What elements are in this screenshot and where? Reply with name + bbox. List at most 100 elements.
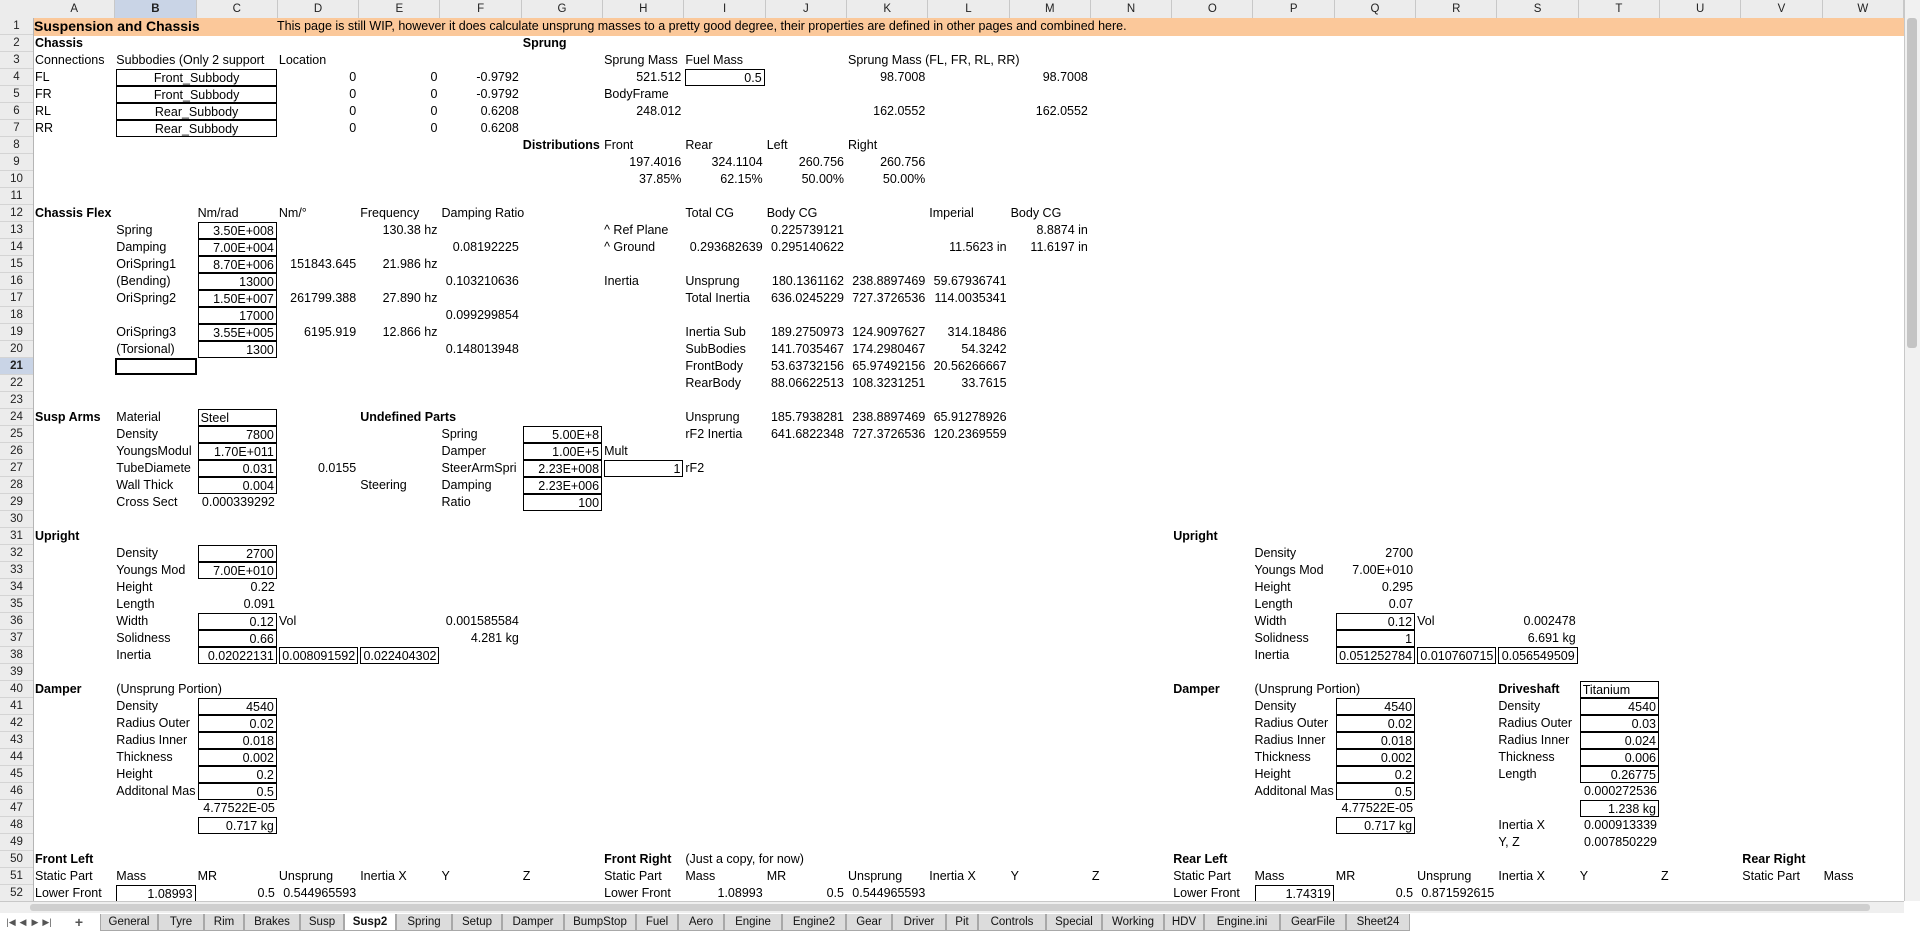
cell-o51[interactable]: Static Part: [1173, 868, 1231, 885]
cell-b25[interactable]: Density: [116, 426, 158, 443]
cell-p45[interactable]: Height: [1255, 766, 1291, 783]
cell-h8[interactable]: Front: [604, 137, 633, 154]
cell-i25[interactable]: rF2 Inertia: [685, 426, 742, 443]
cell-h6[interactable]: 248.012: [604, 103, 683, 120]
column-header-u[interactable]: U: [1660, 0, 1742, 18]
cell-f18[interactable]: 0.099299854: [442, 307, 521, 324]
cell-l24[interactable]: 65.91278926: [929, 409, 1008, 426]
cell-a2[interactable]: Chassis: [35, 35, 83, 52]
column-header-i[interactable]: I: [684, 0, 766, 18]
column-header-o[interactable]: O: [1172, 0, 1254, 18]
cell-c34[interactable]: 0.22: [198, 579, 277, 596]
column-header-t[interactable]: T: [1579, 0, 1660, 18]
cell-b46[interactable]: Additonal Mas: [116, 783, 195, 800]
spreadsheet[interactable]: ABCDEFGHIJKLMNOPQRSTUVW 1 2 3 4 5 6 7 8 9 10 11 12 1…: [0, 0, 1920, 932]
cell-i21[interactable]: FrontBody: [685, 358, 743, 375]
cell-u51[interactable]: Z: [1661, 868, 1669, 885]
cell-c29[interactable]: 0.000339292: [198, 494, 277, 511]
cell-i22[interactable]: RearBody: [685, 375, 741, 392]
cell-b32[interactable]: Density: [116, 545, 158, 562]
cell-p43[interactable]: Radius Inner: [1255, 732, 1326, 749]
row-header-16[interactable]: 16: [0, 273, 33, 290]
cell-q35[interactable]: 0.07: [1336, 596, 1415, 613]
cell-h10[interactable]: 37.85%: [604, 171, 683, 188]
column-header-w[interactable]: W: [1823, 0, 1904, 18]
row-header-50[interactable]: 50: [0, 851, 33, 868]
row-header-34[interactable]: 34: [0, 579, 33, 596]
cell-e24[interactable]: Undefined Parts: [360, 409, 456, 426]
cell-c28[interactable]: 0.004: [197, 477, 277, 494]
cell-j12[interactable]: Body CG: [767, 205, 818, 222]
row-header-23[interactable]: 23: [0, 392, 33, 409]
column-header-bar[interactable]: ABCDEFGHIJKLMNOPQRSTUVW: [0, 0, 1904, 19]
cell-r38[interactable]: 0.010760715: [1417, 647, 1497, 664]
row-header-8[interactable]: 8: [0, 137, 33, 154]
cell-h3[interactable]: Sprung Mass: [604, 52, 678, 69]
row-header-32[interactable]: 32: [0, 545, 33, 562]
cell-d27[interactable]: 0.0155: [279, 460, 358, 477]
cell-a31[interactable]: Upright: [35, 528, 79, 545]
cell-c38[interactable]: 0.02022131: [197, 647, 277, 664]
cell-c44[interactable]: 0.002: [197, 749, 277, 766]
cell-g28[interactable]: 2.23E+006: [522, 477, 603, 494]
row-header-26[interactable]: 26: [0, 443, 33, 460]
cell-p35[interactable]: Length: [1255, 596, 1293, 613]
cell-h51[interactable]: Static Part: [604, 868, 662, 885]
cell-f5[interactable]: -0.9792: [442, 86, 521, 103]
vertical-scrollbar[interactable]: [1904, 0, 1920, 901]
sheet-tab-engine-ini[interactable]: Engine.ini: [1204, 914, 1280, 931]
cell-b20[interactable]: (Torsional): [116, 341, 174, 358]
cell-s41[interactable]: Density: [1498, 698, 1540, 715]
cell-v50[interactable]: Rear Right: [1742, 851, 1805, 868]
cell-l21[interactable]: 20.56266667: [929, 358, 1008, 375]
cell-j10[interactable]: 50.00%: [767, 171, 846, 188]
cell-f29[interactable]: Ratio: [442, 494, 471, 511]
cell-s36[interactable]: 0.002478: [1498, 613, 1577, 630]
cell-i12[interactable]: Total CG: [685, 205, 734, 222]
row-header-46[interactable]: 46: [0, 783, 33, 800]
cell-p33[interactable]: Youngs Mod: [1255, 562, 1324, 579]
row-header-39[interactable]: 39: [0, 664, 33, 681]
cell-a24[interactable]: Susp Arms: [35, 409, 101, 426]
cell-w51[interactable]: Mass: [1824, 868, 1854, 885]
cell-p41[interactable]: Density: [1255, 698, 1297, 715]
cell-c32[interactable]: 2700: [197, 545, 277, 562]
cell-s42[interactable]: Radius Outer: [1498, 715, 1572, 732]
cell-t46[interactable]: 0.000272536: [1580, 783, 1659, 800]
cell-k3[interactable]: Sprung Mass (FL, FR, RL, RR): [848, 52, 1020, 69]
row-header-5[interactable]: 5: [0, 86, 33, 103]
row-header-15[interactable]: 15: [0, 256, 33, 273]
row-header-24[interactable]: 24: [0, 409, 33, 426]
cell-q45[interactable]: 0.2: [1335, 766, 1416, 783]
cell-h52[interactable]: Lower Front: [604, 885, 671, 901]
cell-b5[interactable]: Front_Subbody: [116, 86, 277, 103]
column-header-d[interactable]: D: [278, 0, 360, 18]
cell-c46[interactable]: 0.5: [197, 783, 277, 800]
cell-s38[interactable]: 0.056549509: [1498, 647, 1578, 664]
cell-t51[interactable]: Y: [1580, 868, 1588, 885]
cell-i16[interactable]: Unsprung: [685, 273, 739, 290]
cell-k16[interactable]: 238.8897469: [848, 273, 927, 290]
cell-b36[interactable]: Width: [116, 613, 148, 630]
cell-c42[interactable]: 0.02: [197, 715, 277, 732]
cell-g51[interactable]: Z: [523, 868, 531, 885]
sheet-tab-hdv[interactable]: HDV: [1164, 914, 1204, 931]
cell-b40[interactable]: (Unsprung Portion): [116, 681, 222, 698]
row-header-2[interactable]: 2: [0, 35, 33, 52]
cell-j20[interactable]: 141.7035467: [767, 341, 846, 358]
cell-h14[interactable]: ^ Ground: [604, 239, 655, 256]
cell-s51[interactable]: Inertia X: [1498, 868, 1545, 885]
cell-k10[interactable]: 50.00%: [848, 171, 927, 188]
cell-f51[interactable]: Y: [442, 868, 450, 885]
row-header-45[interactable]: 45: [0, 766, 33, 783]
cell-d3[interactable]: Location: [279, 52, 326, 69]
cell-l14[interactable]: 11.5623 in: [929, 239, 1008, 256]
sheet-tab-special[interactable]: Special: [1046, 914, 1102, 931]
cell-d38[interactable]: 0.008091592: [278, 647, 359, 664]
cell-a3[interactable]: Connections: [35, 52, 105, 69]
row-header-7[interactable]: 7: [0, 120, 33, 137]
cell-q32[interactable]: 2700: [1336, 545, 1415, 562]
cell-p52[interactable]: 1.74319: [1254, 885, 1334, 901]
cell-d5[interactable]: 0: [279, 86, 358, 103]
cell-t40[interactable]: Titanium: [1579, 681, 1659, 698]
